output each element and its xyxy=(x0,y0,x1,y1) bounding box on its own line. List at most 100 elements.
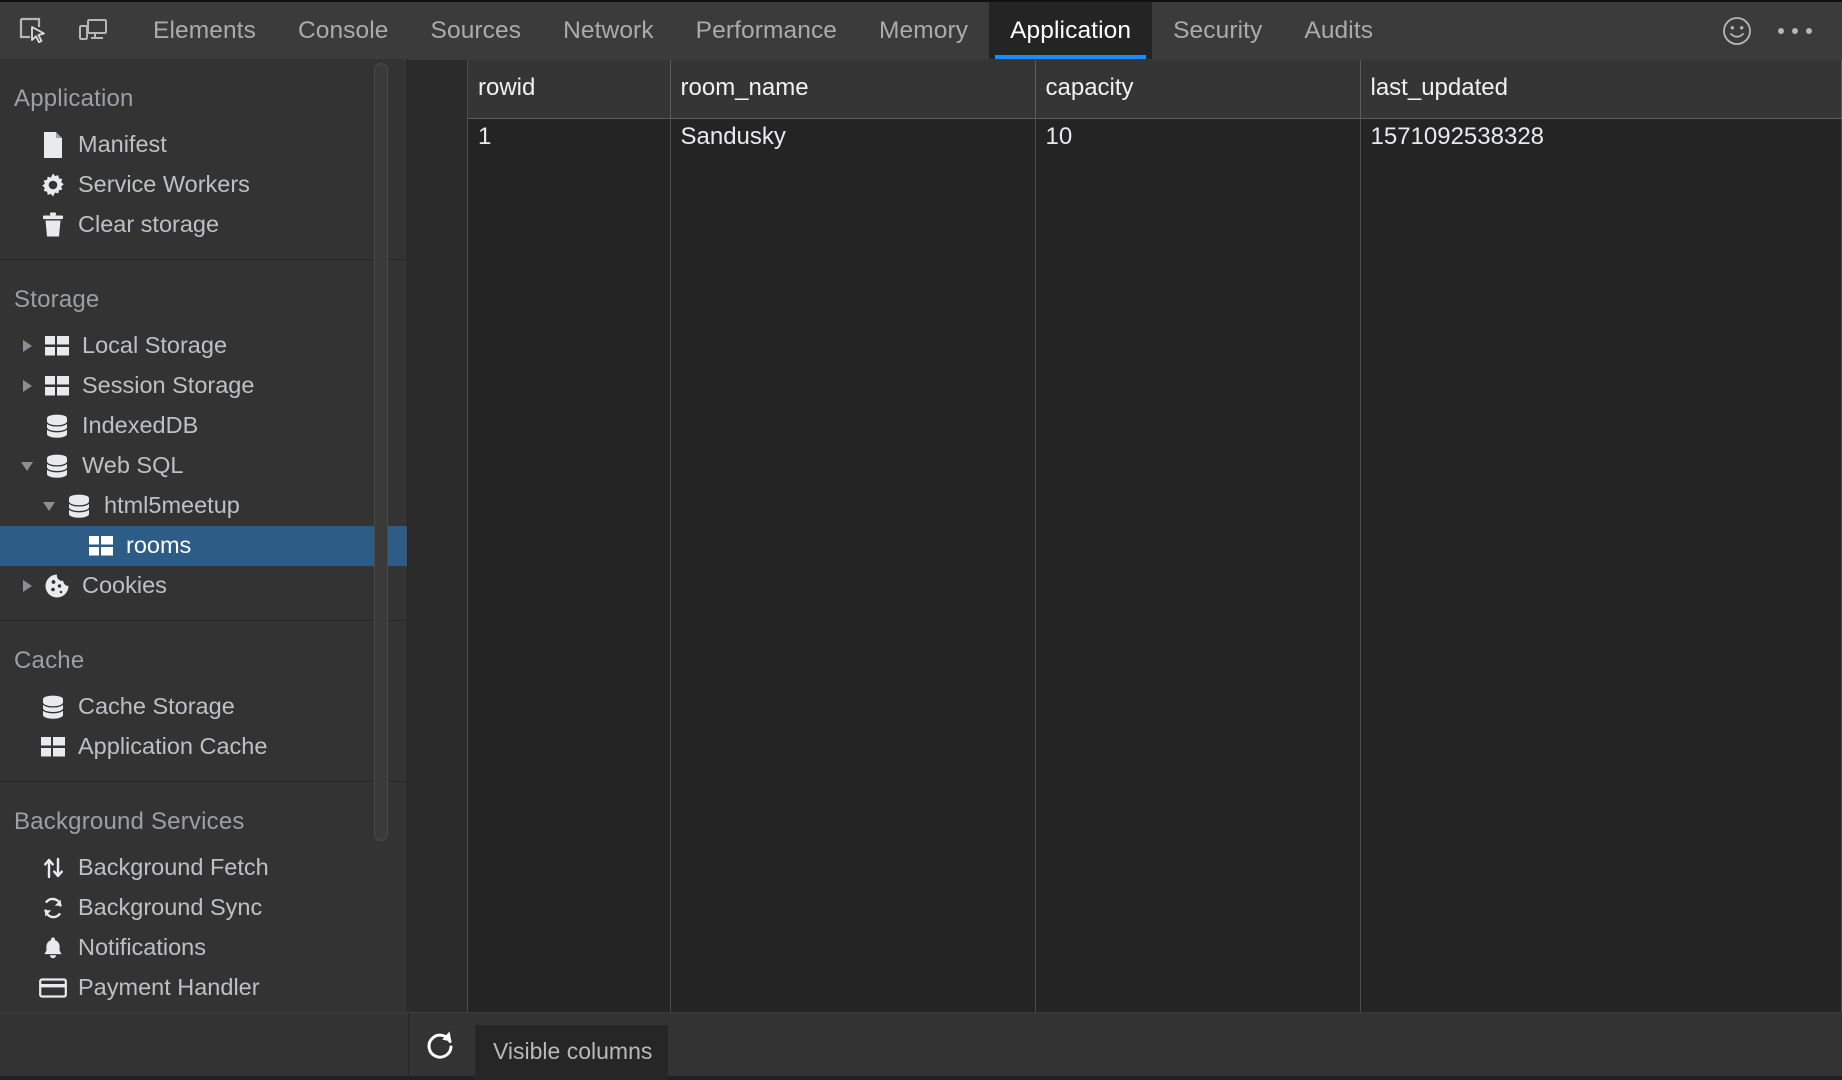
sidebar-item-indexeddb[interactable]: IndexedDB xyxy=(0,406,407,446)
cell-rowid[interactable]: 1 xyxy=(468,118,671,828)
table-grid-icon xyxy=(84,531,118,561)
sidebar-item-label: Background Fetch xyxy=(78,854,269,881)
refresh-icon xyxy=(427,1031,453,1059)
inspect-element-icon xyxy=(19,17,45,43)
tab-console[interactable]: Console xyxy=(277,2,410,59)
tabbar-right-actions xyxy=(1714,2,1842,59)
column-header-room-name[interactable]: room_name xyxy=(670,60,1036,119)
database-icon xyxy=(36,692,70,722)
sidebar-section-background-services: Background Services Background Fetch Bac… xyxy=(0,782,407,1012)
sidebar-scrollbar-thumb[interactable] xyxy=(374,63,388,841)
feedback-button[interactable] xyxy=(1714,9,1760,53)
tab-label: Sources xyxy=(430,16,522,44)
chevron-down-icon[interactable] xyxy=(14,461,40,471)
sidebar-item-cookies[interactable]: Cookies xyxy=(0,566,407,606)
sidebar-item-label: Background Sync xyxy=(78,894,263,921)
chevron-right-icon[interactable] xyxy=(14,340,40,352)
sidebar-item-notifications[interactable]: Notifications xyxy=(0,928,407,968)
sidebar-item-session-storage[interactable]: Session Storage xyxy=(0,366,407,406)
sidebar-item-local-storage[interactable]: Local Storage xyxy=(0,326,407,366)
dot xyxy=(1792,27,1798,34)
sync-arrows-icon xyxy=(36,893,70,923)
sidebar-item-label: rooms xyxy=(126,532,192,559)
column-header-capacity[interactable]: capacity xyxy=(1035,60,1361,119)
bell-icon xyxy=(36,933,70,963)
filler-cell xyxy=(1360,827,1842,1012)
sidebar-section-cache: Cache Cache Storage Application Cache xyxy=(0,621,407,782)
sidebar-item-clear-storage[interactable]: Clear storage xyxy=(0,205,407,245)
sidebar-item-label: Manifest xyxy=(78,131,167,158)
sidebar-item-background-fetch[interactable]: Background Fetch xyxy=(0,848,407,888)
tab-label: Network xyxy=(563,16,654,44)
sidebar-item-cache-storage[interactable]: Cache Storage xyxy=(0,687,407,727)
filler-cell xyxy=(670,827,1036,1012)
sidebar-item-label: Notifications xyxy=(78,934,206,961)
visible-columns-dropdown[interactable]: Visible columns xyxy=(475,1025,669,1080)
tab-label: Audits xyxy=(1304,16,1374,44)
table-grid-icon xyxy=(36,732,70,762)
tab-label: Console xyxy=(297,16,389,44)
devtools-tabbar: Elements Console Sources Network Perform… xyxy=(0,2,1842,59)
sidebar-item-label: Payment Handler xyxy=(78,974,260,1001)
sidebar-item-html5meetup[interactable]: html5meetup xyxy=(0,486,407,526)
sidebar-item-label: html5meetup xyxy=(104,492,240,519)
sidebar-item-manifest[interactable]: Manifest xyxy=(0,125,407,165)
sidebar-item-rooms[interactable]: rooms xyxy=(0,526,407,566)
column-header-last-updated[interactable]: last_updated xyxy=(1360,60,1842,119)
tab-label: Performance xyxy=(695,16,838,44)
tab-network[interactable]: Network xyxy=(542,2,675,59)
more-options-button[interactable] xyxy=(1770,18,1820,44)
inspect-element-button[interactable] xyxy=(10,9,56,53)
sidebar-item-background-sync[interactable]: Background Sync xyxy=(0,888,407,928)
table-row[interactable]: 1 Sandusky 10 1571092538328 xyxy=(468,118,1842,828)
database-icon xyxy=(62,491,96,521)
sidebar-section-title: Cache xyxy=(14,647,85,674)
tab-elements[interactable]: Elements xyxy=(132,2,277,59)
cell-last-updated[interactable]: 1571092538328 xyxy=(1360,118,1842,828)
sidebar-item-label: Clear storage xyxy=(78,211,220,238)
tab-sources[interactable]: Sources xyxy=(410,2,543,59)
table-grid-icon xyxy=(40,331,74,361)
cell-capacity[interactable]: 10 xyxy=(1035,118,1361,828)
tab-performance[interactable]: Performance xyxy=(675,2,858,59)
gear-icon xyxy=(36,170,70,200)
sidebar-item-label: Service Workers xyxy=(78,171,250,198)
sidebar-section-title: Application xyxy=(14,85,134,112)
datagrid-gutter xyxy=(408,60,468,1012)
cell-room-name[interactable]: Sandusky xyxy=(670,118,1036,828)
bottom-toolbar-sidebar-spacer xyxy=(0,1013,409,1076)
chevron-right-icon[interactable] xyxy=(14,580,40,592)
tab-label: Security xyxy=(1173,16,1263,44)
dot xyxy=(1806,27,1812,34)
sidebar-item-web-sql[interactable]: Web SQL xyxy=(0,446,407,486)
database-icon xyxy=(40,451,74,481)
tab-label: Memory xyxy=(879,16,969,44)
sidebar-scrollbar[interactable] xyxy=(373,61,389,1012)
sidebar-item-application-cache[interactable]: Application Cache xyxy=(0,727,407,767)
chevron-down-icon[interactable] xyxy=(36,501,62,511)
tab-label: Application xyxy=(1010,16,1132,44)
websql-table-panel: rowid room_name capacity last_updated 1 … xyxy=(408,59,1842,1012)
sidebar-item-payment-handler[interactable]: Payment Handler xyxy=(0,968,407,1008)
panel-tabs: Elements Console Sources Network Perform… xyxy=(132,2,1394,59)
devtools-body: Application Manifest Service Workers Cle… xyxy=(0,59,1842,1012)
chevron-right-icon[interactable] xyxy=(14,380,40,392)
sidebar-item-push-messaging[interactable]: Push Messaging xyxy=(0,1008,407,1012)
sidebar-section-application: Application Manifest Service Workers Cle… xyxy=(0,59,407,260)
refresh-button[interactable] xyxy=(413,1017,469,1073)
column-header-rowid[interactable]: rowid xyxy=(468,60,671,119)
application-sidebar: Application Manifest Service Workers Cle… xyxy=(0,59,408,1012)
tab-application[interactable]: Application xyxy=(989,2,1153,59)
tab-memory[interactable]: Memory xyxy=(858,2,989,59)
sidebar-item-label: Cache Storage xyxy=(78,693,235,720)
datagrid-bottom-toolbar: Visible columns xyxy=(0,1012,1842,1080)
feedback-smiley-icon xyxy=(1723,16,1751,45)
visible-columns-label: Visible columns xyxy=(493,1038,653,1064)
devtools-window: Elements Console Sources Network Perform… xyxy=(0,0,1842,1080)
tab-audits[interactable]: Audits xyxy=(1283,2,1394,59)
sidebar-item-service-workers[interactable]: Service Workers xyxy=(0,165,407,205)
sidebar-item-label: Application Cache xyxy=(78,733,268,760)
device-toolbar-button[interactable] xyxy=(70,9,116,53)
tab-label: Elements xyxy=(153,16,256,44)
tab-security[interactable]: Security xyxy=(1152,2,1283,59)
